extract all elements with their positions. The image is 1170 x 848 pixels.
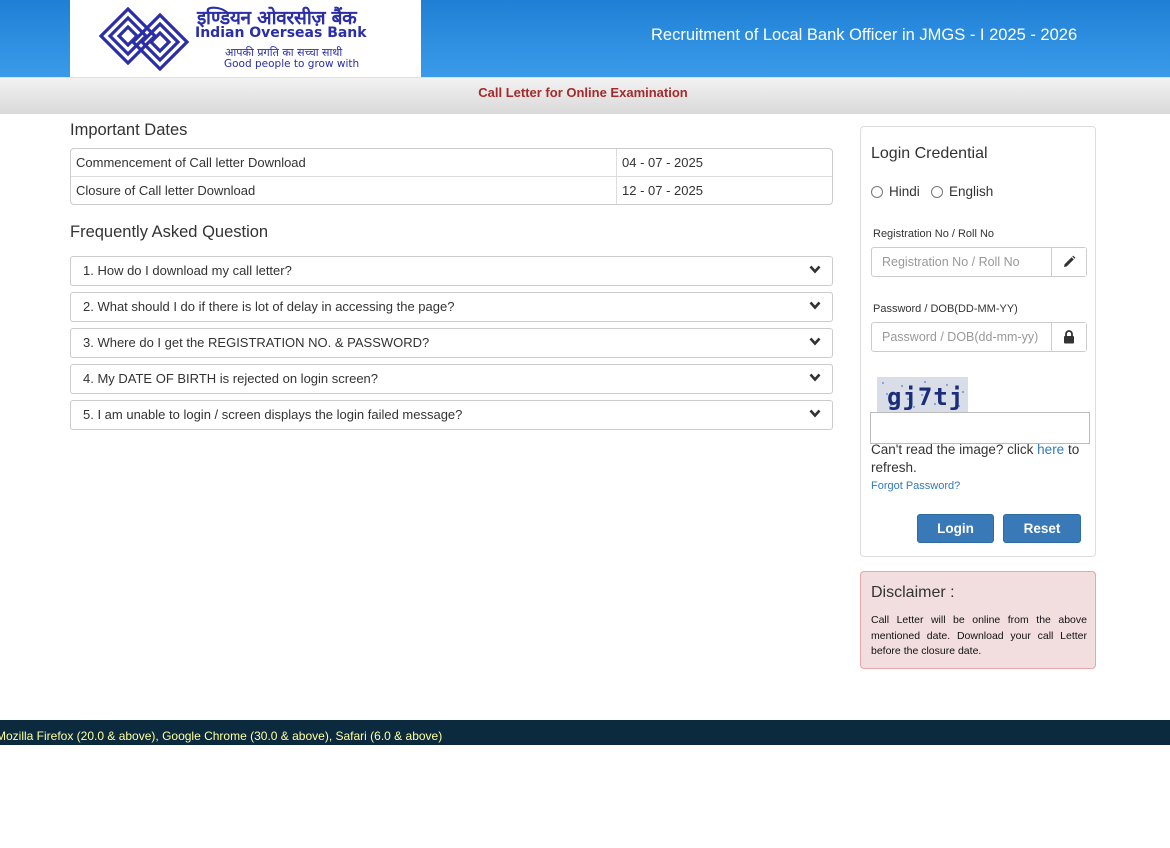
english-radio[interactable] bbox=[931, 185, 943, 198]
pencil-icon bbox=[1051, 248, 1086, 276]
disclaimer-heading: Disclaimer : bbox=[871, 584, 955, 601]
important-dates-table: Commencement of Call letter Download 04 … bbox=[70, 148, 833, 205]
reset-button[interactable]: Reset bbox=[1003, 514, 1081, 543]
logo-english-tagline: Good people to grow with bbox=[224, 58, 360, 70]
faq-heading: Frequently Asked Question bbox=[70, 223, 269, 241]
forgot-password-link[interactable]: Forgot Password? bbox=[871, 480, 960, 492]
registration-label: Registration No / Roll No bbox=[873, 228, 995, 240]
date-label: Commencement of Call letter Download bbox=[71, 149, 617, 176]
faq-item[interactable]: 4. My DATE OF BIRTH is rejected on login… bbox=[70, 364, 833, 394]
captcha-image: gj7tj bbox=[877, 377, 968, 412]
browser-support-text: Mozilla Firefox (20.0 & above), Google C… bbox=[0, 729, 443, 743]
login-button[interactable]: Login bbox=[917, 514, 994, 543]
registration-input[interactable] bbox=[872, 248, 1051, 276]
footer-bar: Mozilla Firefox (20.0 & above), Google C… bbox=[0, 720, 1170, 745]
password-group bbox=[871, 322, 1087, 352]
faq-question: 4. My DATE OF BIRTH is rejected on login… bbox=[83, 371, 379, 386]
refresh-captcha-link[interactable]: here bbox=[1037, 442, 1064, 457]
bank-logo[interactable]: इण्डियन ओवरसीज़ बैंक Indian Overseas Ban… bbox=[70, 0, 421, 77]
faq-item[interactable]: 1. How do I download my call letter? bbox=[70, 256, 833, 286]
registration-group bbox=[871, 247, 1087, 277]
language-label: Hindi bbox=[889, 184, 920, 199]
faq-question: 5. I am unable to login / screen display… bbox=[83, 407, 463, 422]
header-bar: इण्डियन ओवरसीज़ बैंक Indian Overseas Ban… bbox=[0, 0, 1170, 77]
language-label: English bbox=[949, 184, 994, 199]
disclaimer-text: Call Letter will be online from the abov… bbox=[871, 614, 1087, 657]
disclaimer-box: Disclaimer : Call Letter will be online … bbox=[860, 571, 1096, 669]
chevron-down-icon bbox=[809, 337, 821, 346]
faq-item[interactable]: 3. Where do I get the REGISTRATION NO. &… bbox=[70, 328, 833, 358]
hindi-radio[interactable] bbox=[871, 185, 883, 198]
important-dates-heading: Important Dates bbox=[70, 121, 188, 139]
faq-question: 2. What should I do if there is lot of d… bbox=[83, 299, 455, 314]
password-label: Password / DOB(DD-MM-YY) bbox=[873, 303, 1018, 315]
iob-logo-icon bbox=[98, 6, 190, 72]
table-row: Closure of Call letter Download 12 - 07 … bbox=[71, 176, 832, 204]
refresh-prefix: Can't read the image? click bbox=[871, 442, 1038, 457]
date-value: 12 - 07 - 2025 bbox=[622, 183, 703, 198]
chevron-down-icon bbox=[809, 409, 821, 418]
language-option-english[interactable]: English bbox=[931, 184, 993, 199]
table-row: Commencement of Call letter Download 04 … bbox=[71, 149, 832, 176]
page-title: Recruitment of Local Bank Officer in JMG… bbox=[651, 26, 1078, 44]
faq-question: 3. Where do I get the REGISTRATION NO. &… bbox=[83, 335, 430, 350]
chevron-down-icon bbox=[809, 265, 821, 274]
subtitle-bar: Call Letter for Online Examination bbox=[0, 77, 1170, 114]
captcha-text: gj7tj bbox=[887, 383, 964, 411]
chevron-down-icon bbox=[809, 373, 821, 382]
page-subtitle: Call Letter for Online Examination bbox=[478, 85, 688, 100]
date-label: Closure of Call letter Download bbox=[71, 177, 617, 204]
chevron-down-icon bbox=[809, 301, 821, 310]
captcha-input[interactable] bbox=[870, 412, 1090, 444]
date-value: 04 - 07 - 2025 bbox=[622, 155, 703, 170]
password-input[interactable] bbox=[872, 323, 1051, 351]
login-heading: Login Credential bbox=[871, 145, 988, 162]
faq-item[interactable]: 5. I am unable to login / screen display… bbox=[70, 400, 833, 430]
faq-item[interactable]: 2. What should I do if there is lot of d… bbox=[70, 292, 833, 322]
language-option-hindi[interactable]: Hindi bbox=[871, 184, 920, 199]
faq-question: 1. How do I download my call letter? bbox=[83, 263, 292, 278]
logo-english-name: Indian Overseas Bank bbox=[195, 25, 367, 41]
captcha-refresh-text: Can't read the image? click here to refr… bbox=[871, 441, 1085, 477]
lock-icon bbox=[1051, 323, 1086, 351]
login-panel: Login Credential Hindi English Registrat… bbox=[860, 126, 1096, 557]
